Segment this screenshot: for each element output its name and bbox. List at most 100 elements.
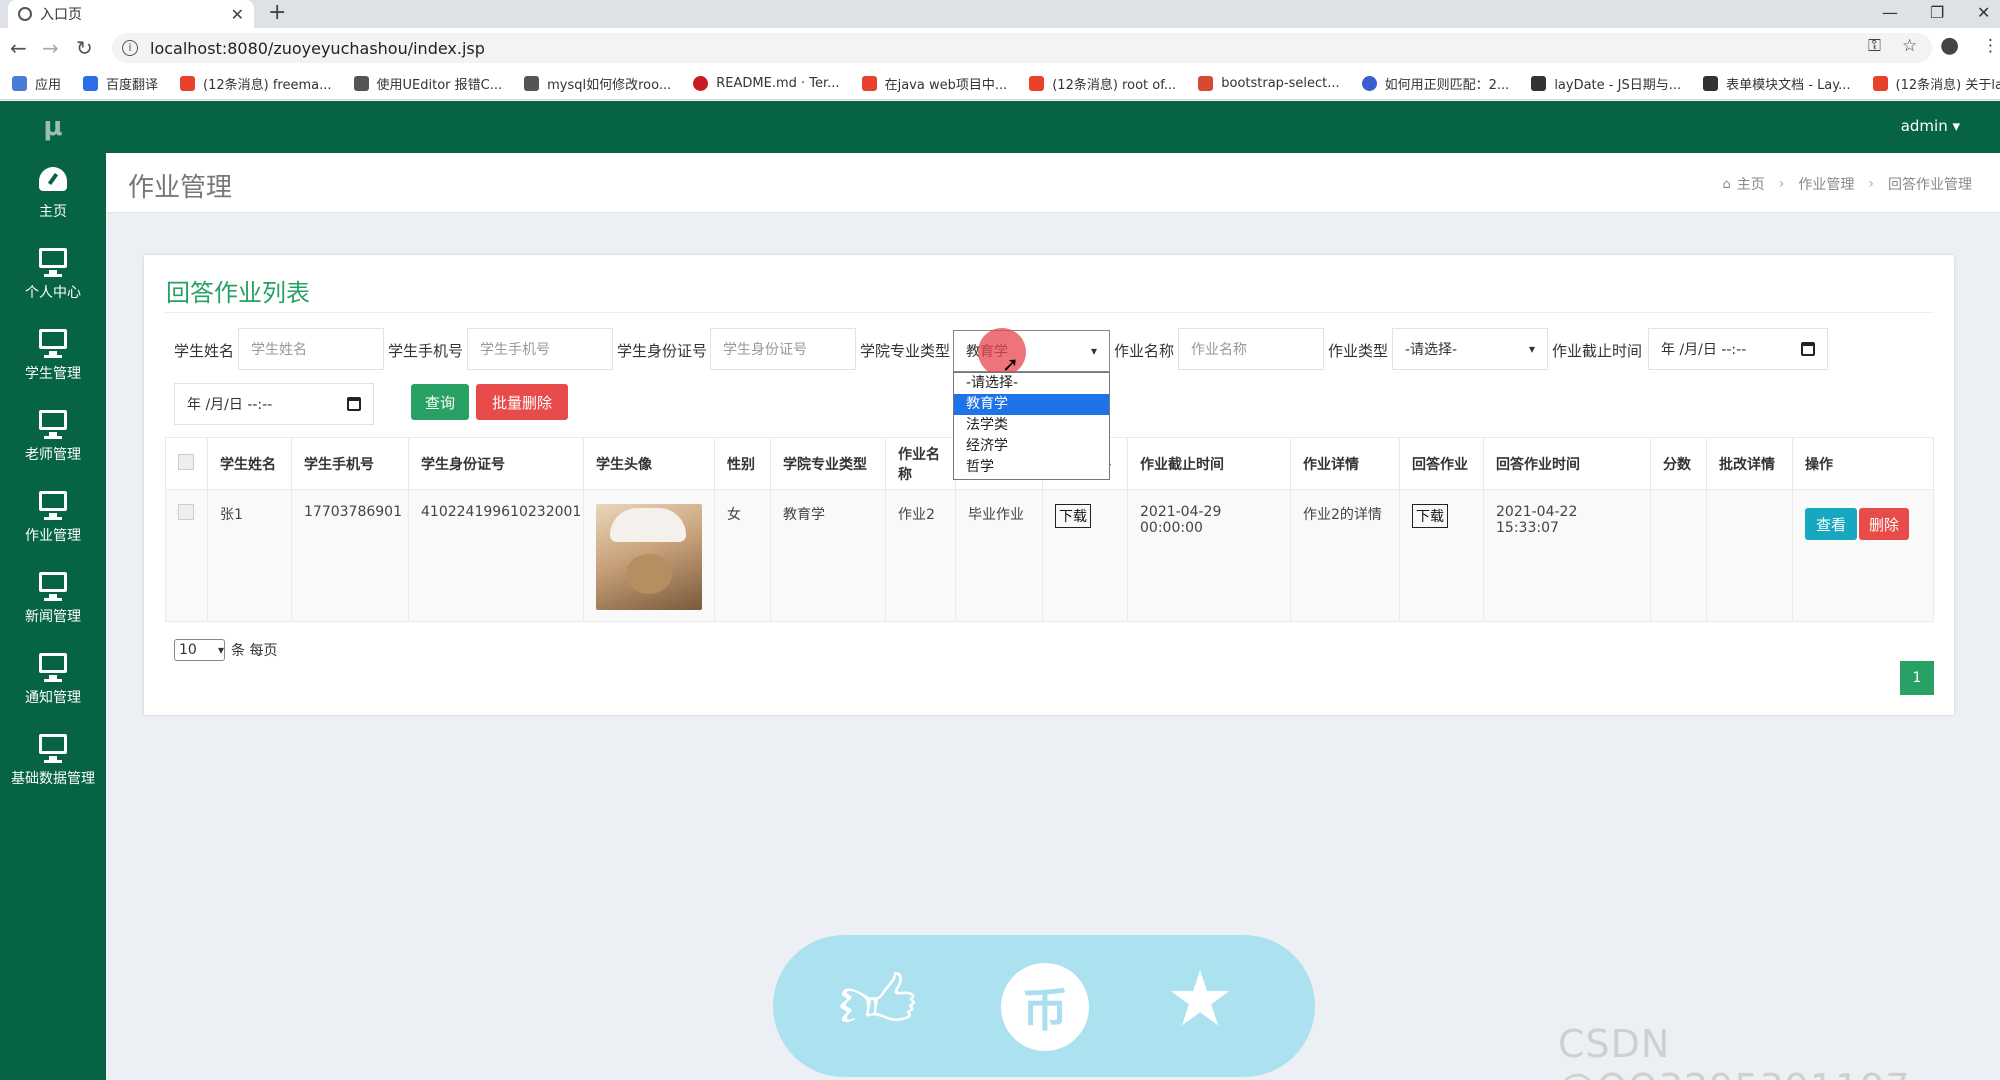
hw-name-input[interactable]: 作业名称 xyxy=(1178,328,1324,370)
column-header[interactable]: 分数 xyxy=(1650,437,1707,490)
cell-actions: 查看 删除 xyxy=(1792,489,1934,622)
column-header[interactable]: 作业详情 xyxy=(1290,437,1400,490)
column-header[interactable]: 学生头像 xyxy=(583,437,715,490)
bookmark-item[interactable]: (12条消息) 关于lay... xyxy=(1872,74,2000,93)
monitor-icon xyxy=(39,247,67,277)
column-header[interactable]: 回答作业 xyxy=(1399,437,1484,490)
cell-score xyxy=(1650,489,1707,622)
browser-tab[interactable]: 入口页 ✕ xyxy=(8,0,254,28)
idcard-input[interactable]: 学生身份证号 xyxy=(710,328,856,370)
major-option[interactable]: 哲学 xyxy=(954,457,1109,478)
bookmark-item[interactable]: (12条消息) root of... xyxy=(1029,74,1176,93)
sidebar-item-notices[interactable]: 通知管理 xyxy=(0,639,106,720)
coin-icon[interactable]: 币 xyxy=(1001,963,1089,1051)
bookmark-item[interactable]: mysql如何修改roo... xyxy=(524,74,671,93)
phone-input[interactable]: 学生手机号 xyxy=(467,328,613,370)
column-header[interactable]: 回答作业时间 xyxy=(1483,437,1651,490)
star-icon[interactable]: ☆ xyxy=(1902,36,1917,56)
cell-answer: 下载 xyxy=(1399,489,1484,622)
breadcrumb-home[interactable]: 主页 xyxy=(1737,174,1765,194)
sidebar-item-news[interactable]: 新闻管理 xyxy=(0,558,106,639)
view-button[interactable]: 查看 xyxy=(1805,508,1857,540)
bookmark-item[interactable]: 应用 xyxy=(12,74,61,93)
forward-icon[interactable]: → xyxy=(42,36,59,60)
bookmark-item[interactable]: bootstrap-select... xyxy=(1198,76,1340,91)
cell-hw-name: 作业2 xyxy=(885,489,956,622)
major-option[interactable]: 法学类 xyxy=(954,415,1109,436)
download-answer-button[interactable]: 下载 xyxy=(1412,504,1448,528)
column-header[interactable]: 学院专业类型 xyxy=(770,437,886,490)
column-header[interactable]: 批改详情 xyxy=(1706,437,1793,490)
column-header[interactable]: 性别 xyxy=(714,437,771,490)
breadcrumb-homework[interactable]: 作业管理 xyxy=(1798,174,1854,194)
sidebar-item-home[interactable]: 主页 xyxy=(0,153,106,234)
key-icon[interactable]: ⚿ xyxy=(1868,36,1881,56)
student-name-input[interactable]: 学生姓名 xyxy=(238,328,384,370)
batch-delete-button[interactable]: 批量删除 xyxy=(476,384,568,420)
minimize-icon[interactable]: — xyxy=(1882,0,1898,28)
column-header[interactable]: 学生手机号 xyxy=(291,437,409,490)
sidebar-item-homework[interactable]: 作业管理 xyxy=(0,477,106,558)
user-menu[interactable]: admin ▾ xyxy=(1901,117,1960,135)
bookmark-item[interactable]: 百度翻译 xyxy=(83,74,158,93)
bookmark-item[interactable]: (12条消息) freema... xyxy=(180,74,332,93)
column-header[interactable]: 学生姓名 xyxy=(207,437,292,490)
select-all-checkbox[interactable] xyxy=(178,453,194,470)
page-size-select[interactable]: 10 ▾ xyxy=(174,639,225,661)
monitor-icon xyxy=(39,409,67,439)
major-option[interactable]: 经济学 xyxy=(954,436,1109,457)
close-tab-icon[interactable]: ✕ xyxy=(231,5,244,24)
bookmarks-bar: 应用 百度翻译 (12条消息) freema... 使用UEditor 报错C.… xyxy=(0,68,2000,100)
sidebar-item-profile[interactable]: 个人中心 xyxy=(0,234,106,315)
app-logo[interactable]: μ xyxy=(0,101,106,153)
cell-gender: 女 xyxy=(714,489,771,622)
baidu-icon xyxy=(1361,76,1377,91)
major-option[interactable]: -请选择- xyxy=(954,373,1109,394)
sidebar-item-base-data[interactable]: 基础数据管理 xyxy=(0,720,106,801)
download-hw-file-button[interactable]: 下载 xyxy=(1055,504,1091,528)
calendar-icon[interactable] xyxy=(1801,342,1815,356)
menu-dots-icon[interactable]: ⋮ xyxy=(1982,36,1999,56)
hw-type-label: 作业类型 xyxy=(1328,342,1389,360)
profile-icon[interactable]: ● xyxy=(1940,33,1959,58)
major-select[interactable]: 教育学 ▾ xyxy=(953,330,1110,372)
cell-idcard: 410224199610232001 xyxy=(408,489,584,622)
delete-button[interactable]: 删除 xyxy=(1859,508,1909,540)
column-header[interactable]: 操作 xyxy=(1792,437,1934,490)
search-button[interactable]: 查询 xyxy=(411,384,469,420)
cell-hw-type: 毕业作业 xyxy=(955,489,1043,622)
major-option-selected[interactable]: 教育学 xyxy=(954,394,1109,415)
thumbs-up-icon[interactable]: 👍︎ xyxy=(838,957,917,1049)
url-text: localhost:8080/zuoyeyuchashou/index.jsp xyxy=(150,38,485,58)
calendar-icon[interactable] xyxy=(347,397,361,411)
back-icon[interactable]: ← xyxy=(10,36,27,60)
row-checkbox[interactable] xyxy=(178,504,194,520)
cell-answer-time: 2021-04-22 15:33:07 xyxy=(1483,489,1651,622)
hw-type-select[interactable]: -请选择- ▾ xyxy=(1392,328,1548,370)
column-header[interactable]: 作业名称 xyxy=(885,437,956,490)
date-placeholder: 年 /月/日 --:-- xyxy=(187,397,273,413)
column-header[interactable]: 学生身份证号 xyxy=(408,437,584,490)
monitor-icon xyxy=(39,733,67,763)
restore-icon[interactable]: ❐ xyxy=(1930,0,1944,28)
info-icon[interactable]: i xyxy=(122,40,138,56)
star-favorite-icon[interactable]: ★ xyxy=(1166,954,1234,1043)
bookmark-item[interactable]: 使用UEditor 报错C... xyxy=(353,74,502,93)
bookmark-item[interactable]: 表单模块文档 - Lay... xyxy=(1703,74,1851,93)
deadline-end-input[interactable]: 年 /月/日 --:-- xyxy=(174,383,374,425)
window-close-icon[interactable]: ✕ xyxy=(1977,0,1990,28)
bookmark-item[interactable]: 如何用正则匹配：2... xyxy=(1361,74,1509,93)
sidebar-item-teachers[interactable]: 老师管理 xyxy=(0,396,106,477)
new-tab-icon[interactable]: + xyxy=(268,0,286,28)
reload-icon[interactable]: ↻ xyxy=(76,36,93,60)
bookmark-item[interactable]: layDate - JS日期与... xyxy=(1531,74,1681,93)
cell-name: 张1 xyxy=(207,489,292,622)
url-field[interactable]: i localhost:8080/zuoyeyuchashou/index.js… xyxy=(112,33,1932,63)
bookmark-item[interactable]: README.md · Ter... xyxy=(693,76,840,91)
address-bar: ← → ↻ i localhost:8080/zuoyeyuchashou/in… xyxy=(0,28,2000,68)
column-header[interactable]: 作业截止时间 xyxy=(1127,437,1291,490)
bookmark-item[interactable]: 在java web项目中... xyxy=(861,74,1007,93)
deadline-start-input[interactable]: 年 /月/日 --:-- xyxy=(1648,328,1828,370)
sidebar-item-students[interactable]: 学生管理 xyxy=(0,315,106,396)
page-button-current[interactable]: 1 xyxy=(1900,661,1934,695)
